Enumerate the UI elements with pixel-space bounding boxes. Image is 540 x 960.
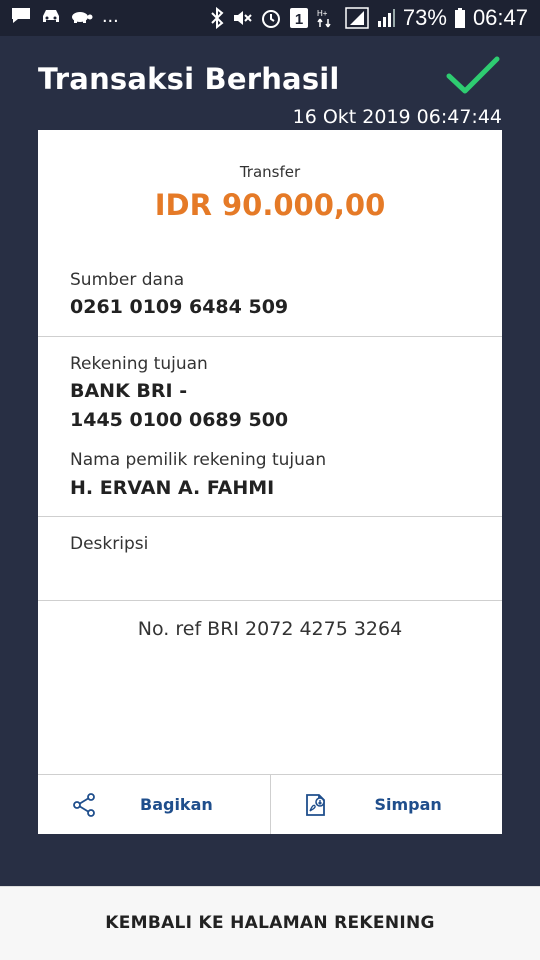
- check-icon: [446, 56, 500, 94]
- divider: [38, 336, 502, 337]
- chat-icon: [12, 8, 30, 23]
- clock: 06:47: [472, 5, 528, 30]
- svg-text:1: 1: [295, 11, 303, 28]
- transaction-datetime: 16 Okt 2019 06:47:44: [292, 106, 502, 128]
- share-icon: [73, 793, 95, 817]
- mute-icon: [233, 11, 252, 25]
- signal-icon: [377, 9, 395, 27]
- source-account: 0261 0109 6484 509: [70, 296, 289, 318]
- divider: [38, 516, 502, 517]
- back-to-account-label: KEMBALI KE HALAMAN REKENING: [105, 913, 435, 933]
- ht-data-icon: H+: [317, 9, 331, 28]
- page-title: Transaksi Berhasil: [38, 62, 340, 96]
- turtle-icon: [72, 12, 93, 23]
- notification-area: ...: [10, 6, 119, 26]
- svg-text:H+: H+: [317, 9, 328, 18]
- receipt-card: Transfer IDR 90.000,00 Sumber dana 0261 …: [38, 130, 502, 834]
- owner-name: H. ERVAN A. FAHMI: [70, 477, 275, 499]
- share-label: Bagikan: [140, 795, 213, 814]
- transaction-type: Transfer: [239, 163, 301, 181]
- action-bar: Bagikan Simpan: [38, 774, 502, 834]
- divider: [38, 600, 502, 601]
- signal-icon: [345, 7, 369, 29]
- back-to-account-button[interactable]: KEMBALI KE HALAMAN REKENING: [0, 886, 540, 960]
- alarm-icon: [261, 10, 280, 28]
- status-bar: ... 1 H+ 73% 06:47: [0, 0, 540, 36]
- transaction-amount: IDR 90.000,00: [154, 188, 386, 222]
- destination-account: 1445 0100 0689 500: [70, 409, 289, 431]
- owner-label: Nama pemilik rekening tujuan: [70, 450, 327, 470]
- description-label: Deskripsi: [70, 534, 149, 554]
- share-button[interactable]: Bagikan: [38, 775, 270, 834]
- source-label: Sumber dana: [70, 270, 185, 290]
- destination-bank: BANK BRI -: [70, 380, 188, 402]
- battery-icon: [454, 8, 465, 28]
- car-icon: [43, 10, 59, 22]
- reference-number: No. ref BRI 2072 4275 3264: [137, 618, 403, 640]
- more-notifications: ...: [102, 5, 119, 27]
- destination-label: Rekening tujuan: [70, 354, 208, 374]
- battery-percent: 73%: [402, 5, 447, 30]
- bluetooth-icon: [211, 7, 224, 29]
- system-area: 1 H+ 73% 06:47: [210, 4, 528, 32]
- save-button[interactable]: Simpan: [269, 775, 503, 834]
- sim-1-icon: 1: [289, 8, 308, 28]
- save-label: Simpan: [374, 795, 442, 814]
- save-pdf-icon: [305, 794, 325, 816]
